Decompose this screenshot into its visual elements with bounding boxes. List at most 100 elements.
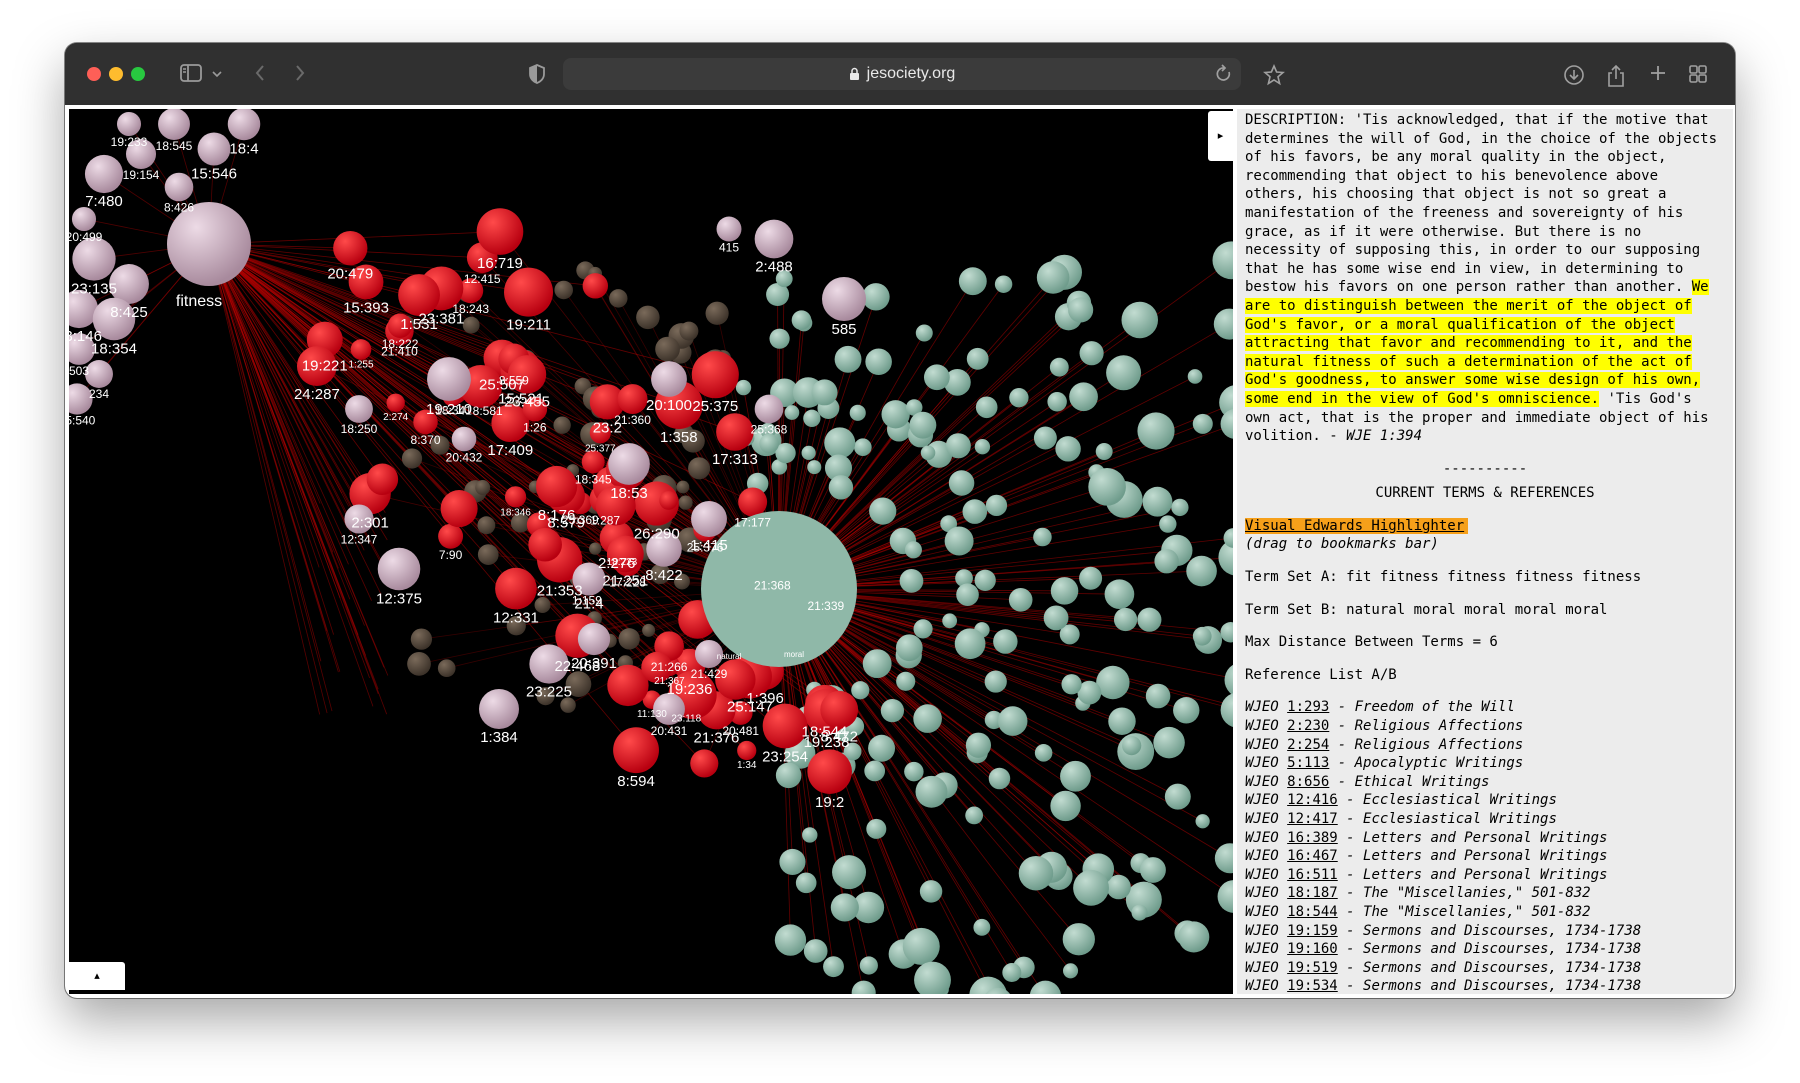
graph-node-moral[interactable] xyxy=(965,806,984,825)
graph-node-fitness[interactable] xyxy=(754,219,794,259)
graph-node-moral[interactable] xyxy=(851,681,870,700)
graph-node-dark[interactable] xyxy=(676,480,690,494)
graph-node-moral[interactable] xyxy=(1106,355,1142,391)
graph-node-fit[interactable] xyxy=(504,267,554,317)
graph-node-moral[interactable] xyxy=(988,767,1011,790)
reference-link[interactable]: 8:656 xyxy=(1287,774,1329,790)
reference-link[interactable]: 19:519 xyxy=(1287,960,1338,976)
graph-node-moral[interactable] xyxy=(944,526,974,556)
graph-node-moral[interactable] xyxy=(759,433,779,454)
graph-node-moral[interactable] xyxy=(962,499,988,524)
reference-link[interactable]: 12:416 xyxy=(1287,792,1338,808)
graph-node-dark[interactable] xyxy=(636,305,660,330)
graph-node-moral[interactable] xyxy=(1068,297,1094,323)
graph-node-moral[interactable] xyxy=(880,698,905,723)
graph-node-fit[interactable] xyxy=(807,749,852,794)
graph-node-moral[interactable] xyxy=(966,347,989,370)
graph-node-fit[interactable] xyxy=(617,384,648,415)
network-graph-canvas[interactable]: fitness natural moral 19:233 18:545 18:4 19:15… xyxy=(69,109,1233,994)
graph-node-moral[interactable] xyxy=(1122,735,1142,756)
graph-node-moral[interactable] xyxy=(1050,790,1081,822)
graph-node-fitness[interactable] xyxy=(85,360,113,388)
reference-link[interactable]: 1:293 xyxy=(1287,699,1329,715)
graph-node-dark[interactable] xyxy=(618,628,640,650)
graph-node-fitness[interactable] xyxy=(427,357,471,401)
graph-node-fitness[interactable] xyxy=(577,622,611,656)
reference-link[interactable]: 16:389 xyxy=(1287,830,1338,846)
graph-node-fit[interactable] xyxy=(476,208,524,255)
graph-node-moral[interactable] xyxy=(974,569,996,591)
minimize-window-button[interactable] xyxy=(109,67,123,81)
graph-node-moral[interactable] xyxy=(1008,587,1033,612)
graph-node-moral[interactable] xyxy=(774,924,807,956)
graph-node-moral[interactable] xyxy=(795,872,817,894)
graph-node-moral[interactable] xyxy=(973,918,991,936)
bookmark-star-icon[interactable] xyxy=(1261,59,1287,89)
graph-node-moral[interactable] xyxy=(1050,577,1079,605)
graph-node-dark[interactable] xyxy=(407,652,431,676)
graph-node-moral[interactable] xyxy=(1213,308,1233,340)
graph-node-moral[interactable] xyxy=(1153,726,1185,759)
graph-node-moral[interactable] xyxy=(974,439,991,455)
graph-node-moral[interactable] xyxy=(1079,566,1103,590)
reference-link[interactable]: 16:511 xyxy=(1287,867,1338,883)
graph-node-moral[interactable] xyxy=(854,438,872,457)
graph-node-moral[interactable] xyxy=(1142,486,1173,517)
graph-node-moral[interactable] xyxy=(1220,409,1233,439)
graph-node-moral[interactable] xyxy=(784,405,800,420)
graph-node-moral[interactable] xyxy=(1033,527,1052,547)
graph-node-moral[interactable] xyxy=(775,762,802,789)
graph-node-dark[interactable] xyxy=(477,544,499,565)
graph-node-fitness[interactable] xyxy=(479,689,519,729)
graph-node-dark[interactable] xyxy=(655,336,680,362)
share-icon[interactable] xyxy=(1603,59,1629,89)
graph-node-moral[interactable] xyxy=(1173,697,1200,724)
reload-icon[interactable] xyxy=(1215,64,1233,89)
graph-node-moral[interactable] xyxy=(904,541,922,559)
graph-node-fitness[interactable] xyxy=(227,109,261,141)
graph-node-moral[interactable] xyxy=(807,460,822,475)
graph-node-moral[interactable] xyxy=(1195,814,1210,829)
graph-node-moral[interactable] xyxy=(865,348,892,376)
graph-node-moral[interactable] xyxy=(830,893,859,922)
graph-node-dark[interactable] xyxy=(462,316,480,334)
graph-node-moral[interactable] xyxy=(1061,674,1082,695)
graph-node-fitness[interactable] xyxy=(197,132,231,166)
reference-link[interactable]: 2:254 xyxy=(1287,737,1329,753)
graph-node-fit[interactable] xyxy=(440,490,478,528)
graph-node-moral[interactable] xyxy=(851,980,876,994)
graph-node-moral[interactable] xyxy=(1009,388,1029,408)
graph-node-moral[interactable] xyxy=(859,956,878,975)
graph-node-fitness[interactable] xyxy=(754,394,784,424)
graph-node-moral[interactable] xyxy=(1137,412,1175,450)
reference-link[interactable]: 5:113 xyxy=(1287,755,1329,771)
reference-link[interactable]: 12:417 xyxy=(1287,811,1338,827)
reference-link[interactable]: 18:544 xyxy=(1287,904,1338,920)
graph-node-moral[interactable] xyxy=(1036,261,1070,294)
graph-node-fitness[interactable] xyxy=(377,547,421,591)
graph-node-moral[interactable] xyxy=(985,494,1008,517)
graph-node-fitness[interactable] xyxy=(71,206,97,232)
graph-node-moral[interactable] xyxy=(1060,760,1091,792)
graph-node-moral[interactable] xyxy=(993,629,1018,654)
graph-node-moral[interactable] xyxy=(1063,963,1079,979)
graph-node-moral[interactable] xyxy=(811,379,838,406)
graph-node-moral[interactable] xyxy=(1131,904,1148,921)
graph-node-fitness[interactable] xyxy=(822,277,866,321)
graph-node-moral[interactable] xyxy=(997,706,1028,736)
graph-node-moral[interactable] xyxy=(1029,980,1061,994)
graph-node-dark[interactable] xyxy=(401,448,423,469)
graph-node-dark[interactable] xyxy=(475,480,491,496)
graph-node-fit[interactable] xyxy=(528,527,562,562)
reference-link[interactable]: 16:467 xyxy=(1287,848,1338,864)
graph-node-moral[interactable] xyxy=(1034,744,1053,762)
graph-node-moral[interactable] xyxy=(896,671,916,691)
graph-node-fit[interactable] xyxy=(386,393,405,412)
graph-node-moral[interactable] xyxy=(984,670,1007,693)
graph-node-dark[interactable] xyxy=(642,623,656,637)
chevron-down-icon[interactable] xyxy=(209,59,225,89)
graph-node-fitness[interactable] xyxy=(716,216,742,242)
graph-node-fitness[interactable] xyxy=(116,111,142,137)
graph-node-moral[interactable] xyxy=(1121,301,1159,339)
graph-node-moral[interactable] xyxy=(834,345,862,373)
